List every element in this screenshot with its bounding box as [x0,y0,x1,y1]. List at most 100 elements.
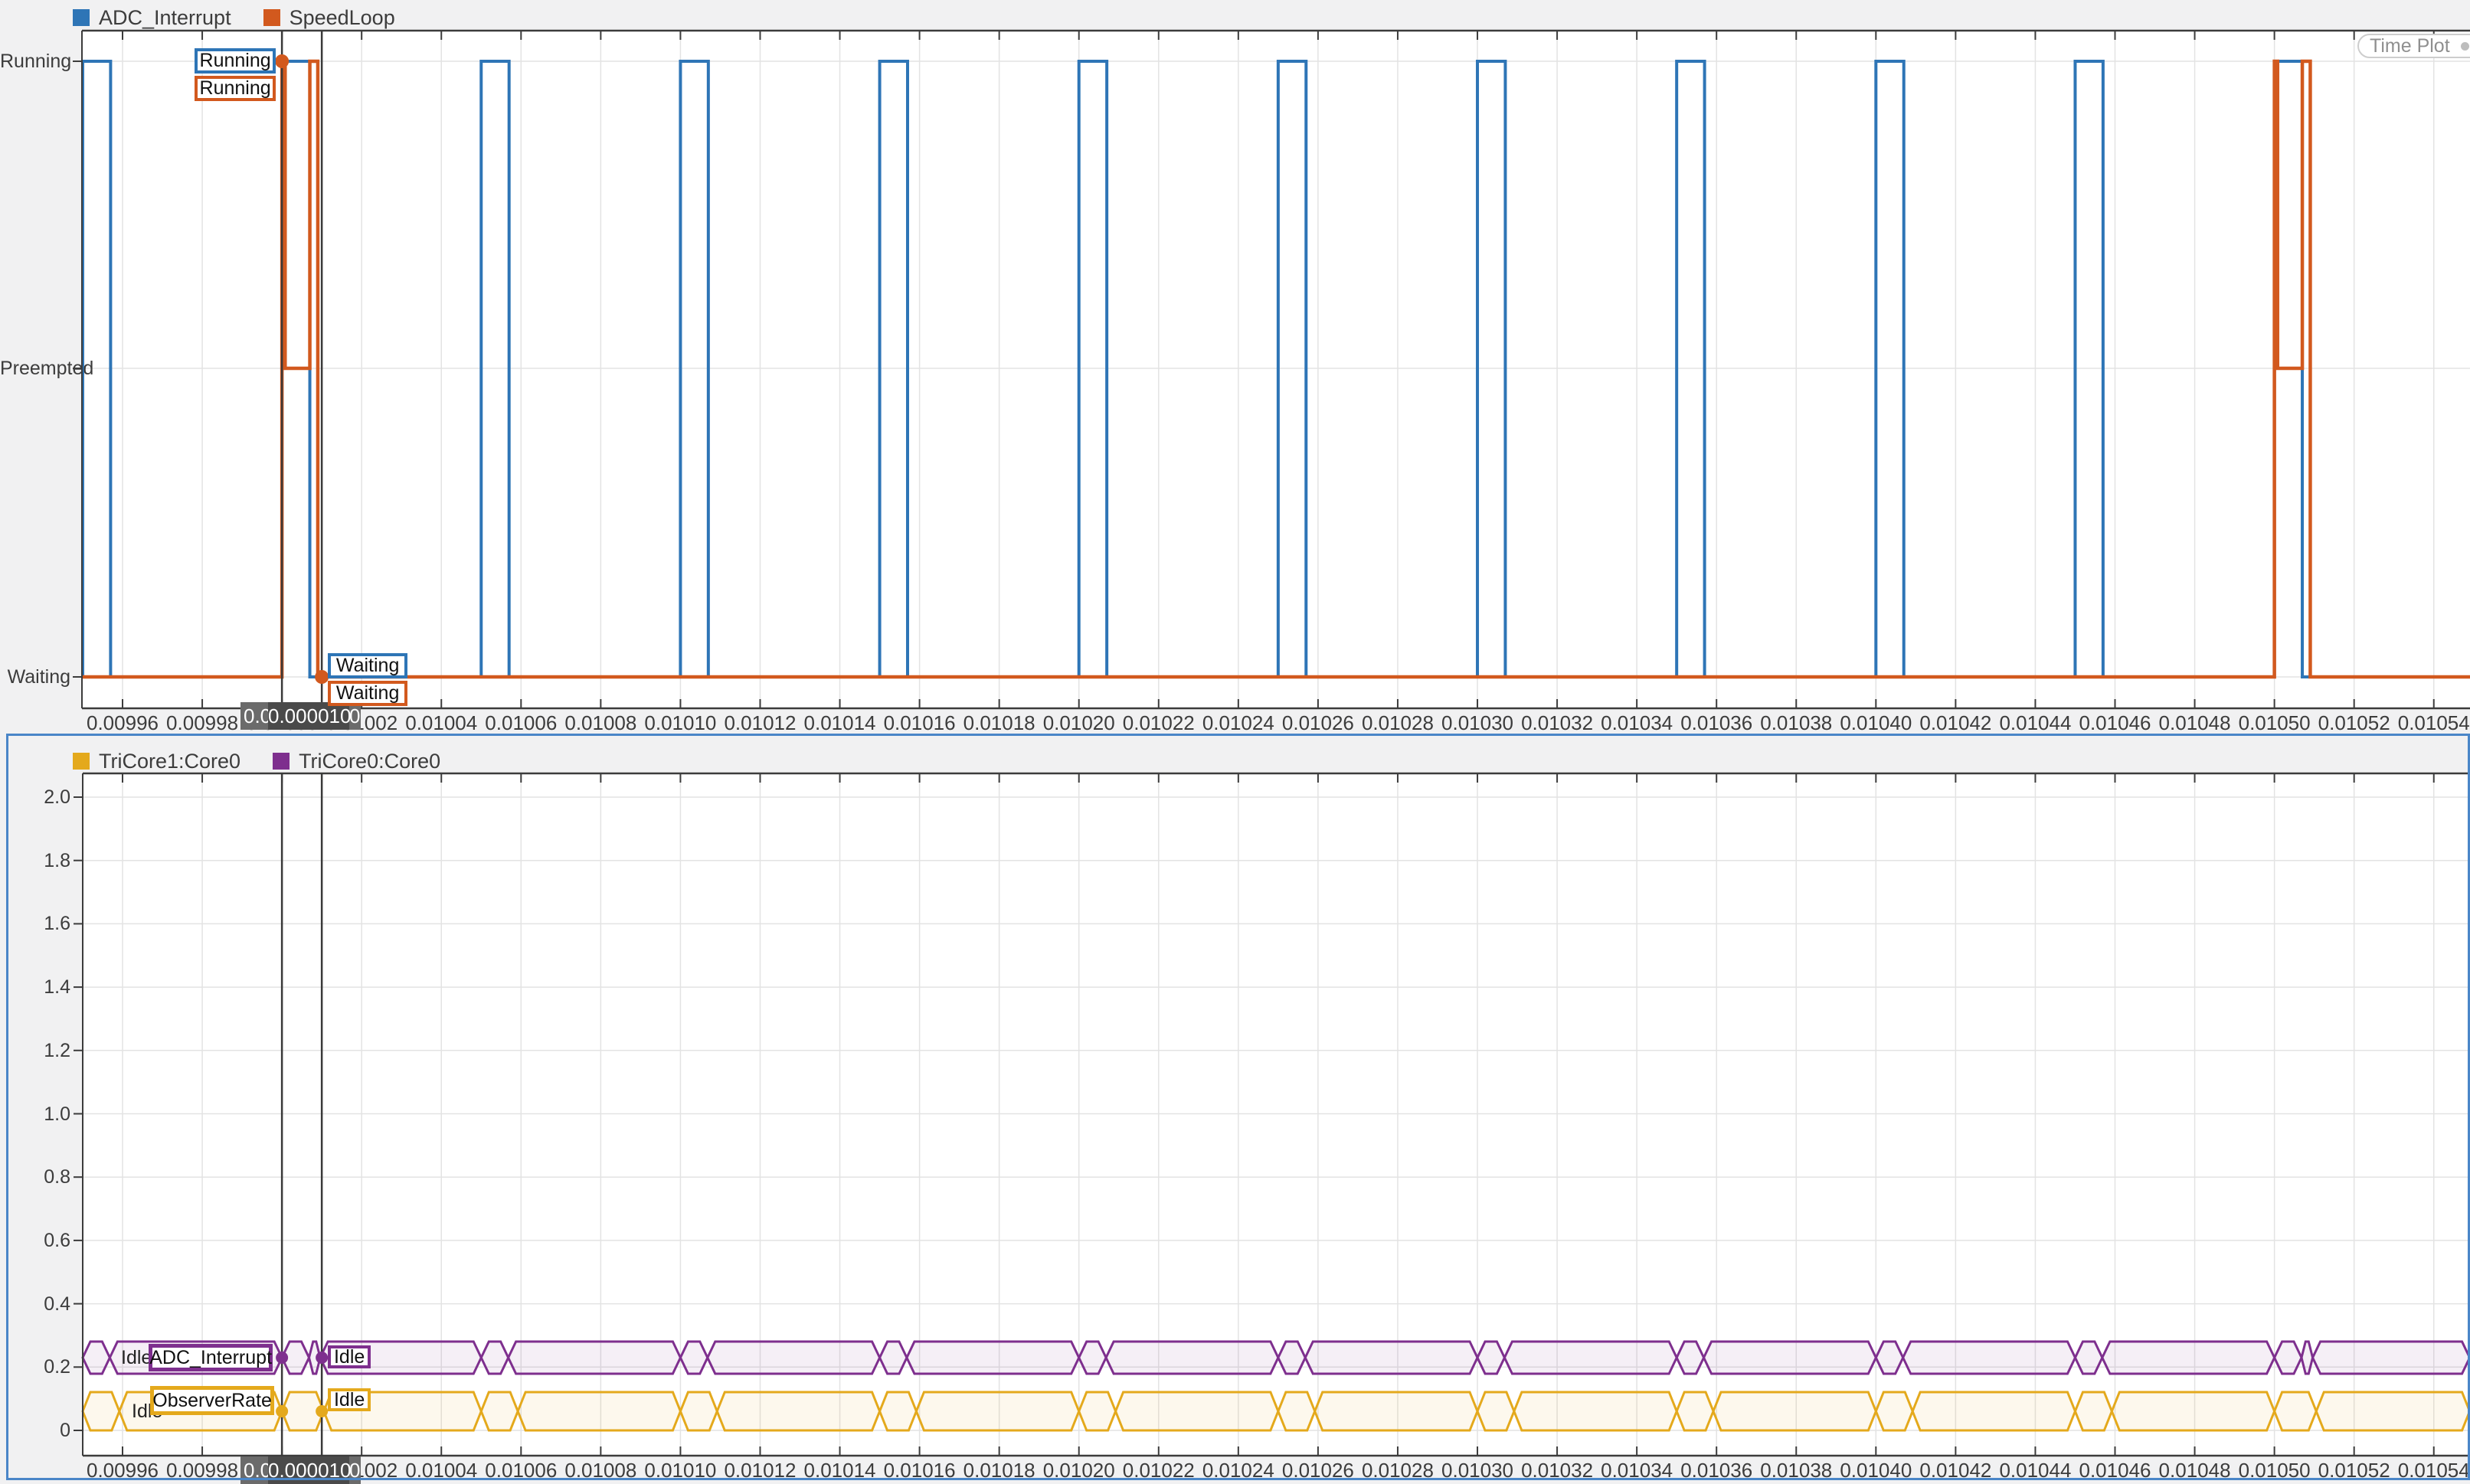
state-segment[interactable] [1912,1392,2075,1430]
panel2-x-tick-label: 0.01040 [1834,1458,1918,1482]
state-segment[interactable] [1677,1392,1713,1430]
panel1-x-tick-label: 0.01036 [1674,711,1758,735]
y-tick-label: 0.8 [0,1165,70,1188]
panel2-cursor-readout: 0.01000.0000100.01001 [240,1456,361,1484]
plots-canvas[interactable] [0,0,2470,1477]
legend-item-label: TriCore1:Core0 [99,750,240,773]
state-segment[interactable] [2316,1392,2469,1430]
panel2-legend-item-1[interactable]: TriCore0:Core0 [273,750,440,773]
state-segment[interactable] [880,1392,917,1430]
state-segment[interactable] [1116,1392,1278,1430]
state-segment[interactable] [509,1342,681,1374]
cursor2-value-label: Waiting [328,681,407,706]
panel1-cursor-readout: 0.01000.0000100.01001 [240,702,361,730]
state-segment[interactable] [2102,1342,2275,1374]
state-segment[interactable] [1713,1392,1876,1430]
panel1-legend-item-0[interactable]: ADC_Interrupt [73,6,231,30]
panel1-x-tick-label: 0.01012 [718,711,802,735]
legend-item-label: ADC_Interrupt [99,6,231,30]
panel1-x-tick-label: 0.01004 [399,711,483,735]
legend-swatch-icon [73,753,90,770]
panel1-x-tick-label: 0.01046 [2073,711,2158,735]
state-segment[interactable] [2302,1342,2313,1374]
state-segment[interactable] [2112,1392,2274,1430]
panel2-x-tick-label: 0.01020 [1037,1458,1121,1482]
cursor1-value-label: ObserverRate [150,1386,274,1415]
panel2-x-tick-label: 0.01052 [2312,1458,2396,1482]
panel1-axes [82,31,2470,708]
y-tick-label: 0.2 [0,1355,70,1378]
time-plot-menu-button[interactable]: Time Plot [2357,34,2470,58]
state-segment[interactable] [1305,1342,1477,1374]
state-segment[interactable] [1876,1392,1912,1430]
state-segment[interactable] [1514,1392,1677,1430]
state-segment[interactable] [1278,1392,1315,1430]
state-segment[interactable] [1903,1342,2076,1374]
state-segment[interactable] [680,1392,717,1430]
panel1-x-tick-label: 0.00996 [80,711,165,735]
panel2-x-tick-label: 0.01030 [1435,1458,1520,1482]
ellipsis-icon [2461,42,2470,51]
panel2-x-tick-label: 0.01044 [1993,1458,2077,1482]
state-segment[interactable] [907,1342,1079,1374]
y-tick-label: 1.8 [0,849,70,872]
panel2-legend-item-0[interactable]: TriCore1:Core0 [73,750,240,773]
panel2-x-tick-label: 0.01026 [1276,1458,1360,1482]
y-tick-label: 1.4 [0,976,70,999]
state-segment[interactable] [1504,1342,1677,1374]
panel1-legend: ADC_Interrupt SpeedLoop [73,4,395,31]
state-segment[interactable] [2313,1342,2470,1374]
panel2-x-tick-label: 0.01028 [1356,1458,1440,1482]
state-segment[interactable] [1106,1342,1278,1374]
panel2-x-tick-label: 0.01046 [2073,1458,2158,1482]
y-state-label: Running [0,50,70,73]
state-segment[interactable] [1477,1392,1514,1430]
panel2-cursor2-time[interactable]: 0.01001 [349,1456,360,1484]
state-segment[interactable] [83,1392,119,1430]
state-segment[interactable] [518,1392,680,1430]
panel1-cursor2-time[interactable]: 0.01001 [349,702,360,730]
panel1-x-tick-label: 0.01042 [1913,711,1997,735]
panel2-x-tick-label: 0.01008 [558,1458,643,1482]
time-plot-label: Time Plot [2370,35,2450,57]
panel1-x-tick-label: 0.01006 [479,711,563,735]
state-segment[interactable] [916,1392,1078,1430]
state-segment[interactable] [2075,1392,2112,1430]
panel1-cursor-delta: 0.000010 [268,702,349,730]
state-segment[interactable] [708,1342,880,1374]
panel2-x-tick-label: 0.01006 [479,1458,563,1482]
panel1-x-tick-label: 0.01020 [1037,711,1121,735]
cursor1-value-label: Running [195,76,276,101]
panel2-x-tick-label: 0.01034 [1595,1458,1679,1482]
panel2-x-tick-label: 0.01018 [957,1458,1042,1482]
y-tick-label: 0.4 [0,1293,70,1316]
cursor2-value-label: Idle [328,1388,371,1411]
panel2-x-tick-label: 0.01054 [2392,1458,2470,1482]
panel2-x-tick-label: 0.01032 [1515,1458,1599,1482]
panel1-x-tick-label: 0.01018 [957,711,1042,735]
panel1-x-tick-label: 0.01010 [638,711,722,735]
panel2-x-tick-label: 0.01022 [1117,1458,1201,1482]
state-segment[interactable] [717,1392,879,1430]
panel2-x-tick-label: 0.01014 [798,1458,882,1482]
panel2-x-tick-label: 0.01012 [718,1458,802,1482]
panel2-legend: TriCore1:Core0 TriCore0:Core0 [73,747,440,775]
panel1-legend-item-1[interactable]: SpeedLoop [263,6,395,30]
y-tick-label: 0.6 [0,1229,70,1252]
panel1-x-tick-label: 0.01024 [1196,711,1281,735]
panel2-x-tick-label: 0.01050 [2233,1458,2317,1482]
panel1-x-tick-label: 0.01008 [558,711,643,735]
y-state-label: Preempted [0,357,70,380]
legend-swatch-icon [263,9,280,26]
panel1-x-tick-label: 0.01048 [2153,711,2237,735]
state-segment[interactable] [1315,1392,1477,1430]
panel1-x-tick-label: 0.01034 [1595,711,1679,735]
panel1-x-tick-label: 0.01038 [1754,711,1838,735]
panel1-x-tick-label: 0.01030 [1435,711,1520,735]
panel1-x-tick-label: 0.01054 [2392,711,2470,735]
state-segment[interactable] [1079,1392,1116,1430]
state-segment[interactable] [481,1392,518,1430]
state-segment[interactable] [1704,1342,1876,1374]
state-segment[interactable] [2275,1392,2317,1430]
state-label-idle: Idle [121,1346,152,1369]
